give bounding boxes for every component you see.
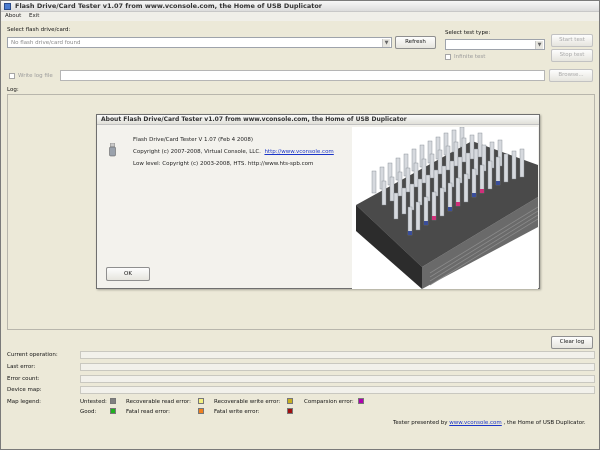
window-title: Flash Drive/Card Tester v1.07 from www.v… <box>15 2 322 10</box>
legend-fatal-write-swatch <box>287 408 293 414</box>
legend-comparsion-label: Comparsion error: <box>304 399 354 405</box>
test-type-select[interactable]: ▼ <box>445 39 545 50</box>
legend-recoverable-write-swatch <box>287 398 293 404</box>
infinite-test-checkbox[interactable] <box>445 54 451 60</box>
legend-comparsion-swatch <box>358 398 364 404</box>
about-copyright-text: Copyright (c) 2007-2008, Virtual Console… <box>133 149 261 155</box>
menu-exit[interactable]: Exit <box>29 13 39 19</box>
current-operation-field <box>80 351 595 359</box>
legend-untested-label: Untested: <box>80 399 107 405</box>
browse-button[interactable]: Browse... <box>549 69 593 82</box>
error-count-field <box>80 375 595 383</box>
footer-prefix: Tester presented by <box>393 420 448 426</box>
ok-button[interactable]: OK <box>106 267 150 281</box>
device-map-label: Device map: <box>7 387 42 393</box>
legend-recoverable-read-label: Recoverable read error: <box>126 399 191 405</box>
legend-fatal-write-label: Fatal write error: <box>214 409 260 415</box>
clear-log-button[interactable]: Clear log <box>551 336 593 349</box>
footer-text: Tester presented by www.vconsole.com , t… <box>393 420 586 426</box>
about-version: Flash Drive/Card Tester V 1.07 (Feb 4 20… <box>133 137 254 143</box>
map-legend-label: Map legend: <box>7 399 41 405</box>
menu-bar: About Exit <box>1 12 599 21</box>
start-test-button[interactable]: Start test <box>551 34 593 47</box>
stop-test-button[interactable]: Stop test <box>551 49 593 62</box>
write-log-label: Write log file <box>18 73 53 79</box>
legend-good-label: Good: <box>80 409 97 415</box>
footer-vconsole-link[interactable]: www.vconsole.com <box>449 420 502 426</box>
legend-untested-swatch <box>110 398 116 404</box>
last-error-label: Last error: <box>7 364 36 370</box>
title-bar: Flash Drive/Card Tester v1.07 from www.v… <box>1 1 599 12</box>
log-label: Log: <box>7 87 19 93</box>
menu-about[interactable]: About <box>5 13 21 19</box>
legend-good-swatch <box>110 408 116 414</box>
drive-label: Select flash drive/card: <box>7 27 71 33</box>
footer-suffix: , the Home of USB Duplicator. <box>503 420 586 426</box>
about-copyright: Copyright (c) 2007-2008, Virtual Console… <box>133 149 334 155</box>
test-type-label: Select test type: <box>445 30 491 36</box>
device-map-field <box>80 386 595 394</box>
current-operation-label: Current operation: <box>7 352 58 358</box>
usb-drive-icon <box>109 143 116 157</box>
refresh-button[interactable]: Refresh <box>395 36 436 49</box>
legend-recoverable-read-swatch <box>198 398 204 404</box>
legend-fatal-read-label: Fatal read error: <box>126 409 171 415</box>
error-count-label: Error count: <box>7 376 40 382</box>
usb-duplicator-photo <box>352 127 538 289</box>
drive-select[interactable]: No flash drive/card found ▼ <box>7 37 392 48</box>
chevron-down-icon[interactable]: ▼ <box>535 41 543 49</box>
vconsole-link[interactable]: http://www.vconsole.com <box>264 149 333 155</box>
drive-select-value: No flash drive/card found <box>11 40 81 46</box>
about-dialog: About Flash Drive/Card Tester v1.07 from… <box>96 114 540 289</box>
about-lowlevel: Low level: Copyright (c) 2003-2008, HTS.… <box>133 161 314 167</box>
legend-recoverable-write-label: Recoverable write error: <box>214 399 281 405</box>
infinite-test-label: Infinite test <box>454 54 486 60</box>
main-window: Flash Drive/Card Tester v1.07 from www.v… <box>0 0 600 450</box>
about-dialog-title-bar: About Flash Drive/Card Tester v1.07 from… <box>97 115 539 125</box>
last-error-field <box>80 363 595 371</box>
about-dialog-title: About Flash Drive/Card Tester v1.07 from… <box>101 116 407 123</box>
app-icon <box>4 3 11 10</box>
chevron-down-icon[interactable]: ▼ <box>382 39 390 47</box>
legend-fatal-read-swatch <box>198 408 204 414</box>
log-file-path-input[interactable] <box>60 70 545 81</box>
write-log-checkbox[interactable] <box>9 73 15 79</box>
